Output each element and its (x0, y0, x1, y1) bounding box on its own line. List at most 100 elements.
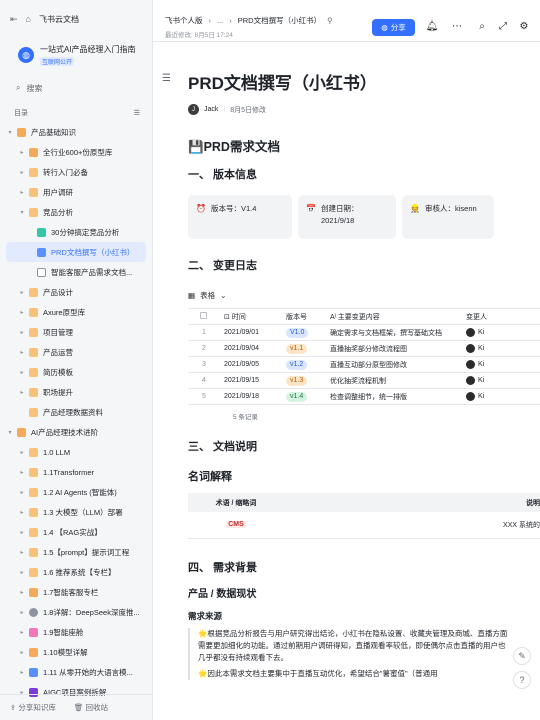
sidebar-item[interactable]: 智能客服产品需求文档... (0, 262, 152, 282)
chevron-down-icon[interactable]: ▾ (18, 209, 26, 216)
chevron-right-icon[interactable]: ▸ (18, 289, 26, 296)
gear-icon[interactable]: ⚙ (517, 20, 531, 34)
expand-icon[interactable]: ⤢ (496, 20, 510, 34)
chevron-right-icon[interactable]: ▸ (18, 589, 26, 596)
header-changer[interactable]: 变更人 (462, 308, 540, 325)
sidebar-item[interactable]: ▾ 产品基础知识 (0, 122, 152, 142)
version-cell[interactable]: v1.3 (282, 372, 326, 389)
chevron-right-icon[interactable]: ▸ (18, 469, 26, 476)
changer-cell[interactable]: Ki (462, 340, 540, 357)
sidebar-item[interactable]: ▸ 1.10模型详解 (0, 642, 152, 662)
sidebar-item[interactable]: 产品经理数据资料 (0, 402, 152, 422)
chevron-right-icon[interactable]: ▸ (18, 529, 26, 536)
breadcrumb-root[interactable]: 飞书个人版 (165, 15, 203, 26)
sidebar-item[interactable]: ▸ Axure原型库 (0, 302, 152, 322)
pin-icon[interactable]: ⚲ (327, 16, 333, 25)
chevron-right-icon[interactable]: ▸ (18, 309, 26, 316)
share-button[interactable]: ◍ 分享 (372, 19, 415, 36)
sidebar-item[interactable]: ▸ 转行入门必备 (0, 162, 152, 182)
changer-cell[interactable]: Ki (462, 324, 540, 341)
trash-button[interactable]: 🗑 回收站 (74, 702, 108, 713)
content-cell[interactable]: 确定需求与文档框架，撰写基础文档 (326, 324, 462, 341)
chevron-right-icon[interactable]: ▸ (18, 369, 26, 376)
chevron-right-icon[interactable]: ▸ (18, 389, 26, 396)
sidebar-item[interactable]: ▸ 产品设计 (0, 282, 152, 302)
chevron-right-icon[interactable]: ▸ (18, 349, 26, 356)
sidebar-item[interactable]: ▸ 1.6 推荐系统【专栏】 (0, 562, 152, 582)
more-icon[interactable]: ⋯ (450, 20, 464, 34)
sidebar-item[interactable]: ▸ 1.3 大模型（LLM）部署 (0, 502, 152, 522)
header-date[interactable]: ⊡ 时间 (220, 308, 282, 325)
version-cell[interactable]: v1.4 (282, 388, 326, 405)
chevron-right-icon[interactable]: ▸ (18, 489, 26, 496)
chevron-right-icon[interactable]: ▸ (18, 609, 26, 616)
breadcrumb-more[interactable]: ... (217, 16, 223, 25)
content-cell[interactable]: 直播互动部分原型图修改 (326, 356, 462, 373)
sidebar-item[interactable]: ▸ 1.2 AI Agents (智能体) (0, 482, 152, 502)
date-cell[interactable]: 2021/09/15 (220, 372, 282, 389)
sidebar-item[interactable]: ▸ 1.9智能座舱 (0, 622, 152, 642)
sidebar-item[interactable]: ▾ 竞品分析 (0, 202, 152, 222)
version-cell[interactable]: v1.2 (282, 356, 326, 373)
changer-cell[interactable]: Ki (462, 356, 540, 373)
content-cell[interactable]: 优化抽奖流程机制 (326, 372, 462, 389)
changer-cell[interactable]: Ki (462, 372, 540, 389)
chevron-right-icon[interactable]: ▸ (18, 649, 26, 656)
home-icon[interactable]: ⌂ (26, 14, 31, 24)
sidebar-item[interactable]: ▸ 1.7智能客服专栏 (0, 582, 152, 602)
table-row[interactable]: 5 2021/09/18 v1.4 检查调整细节，统一排版 Ki (188, 388, 540, 405)
date-cell[interactable]: 2021/09/18 (220, 388, 282, 405)
sidebar-item[interactable]: ▸ 项目管理 (0, 322, 152, 342)
sidebar-item[interactable]: ▸ 1.11 从零开始的大语言模... (0, 662, 152, 682)
table-row[interactable]: 1 2021/09/01 V1.0 确定需求与文档框架，撰写基础文档 Ki (188, 324, 540, 341)
search-icon[interactable]: ⌕ (475, 20, 489, 34)
table-toggle[interactable]: ▦ 表格 ⌄ (188, 290, 540, 301)
question-icon[interactable]: ? (513, 671, 531, 689)
search-box[interactable]: ⌕ 搜索 (10, 78, 142, 98)
version-cell[interactable]: V1.0 (282, 324, 326, 341)
table-row[interactable]: 4 2021/09/15 v1.3 优化抽奖流程机制 Ki (188, 372, 540, 389)
changer-cell[interactable]: Ki (462, 388, 540, 405)
share-knowledge-button[interactable]: ⇪ 分享知识库 (10, 702, 56, 713)
chevron-right-icon[interactable]: ▸ (18, 549, 26, 556)
sidebar-item[interactable]: ▾ AI产品经理技术进阶 (0, 422, 152, 442)
sidebar-item[interactable]: 30分钟搞定竞品分析 (0, 222, 152, 242)
brand-name[interactable]: 飞书云文档 (39, 14, 79, 25)
header-checkbox[interactable] (188, 308, 220, 325)
content-cell[interactable]: 检查调整细节，统一排版 (326, 388, 462, 405)
chevron-down-icon[interactable]: ▾ (6, 429, 14, 436)
avatar[interactable]: J (188, 104, 199, 115)
header-content[interactable]: Aᴵ 主要变更内容 (326, 308, 462, 325)
sidebar-item[interactable]: ▸ 1.8详解：DeepSeek深度推... (0, 602, 152, 622)
table-row[interactable]: 3 2021/09/05 v1.2 直播互动部分原型图修改 Ki (188, 356, 540, 373)
chevron-right-icon[interactable]: ▸ (18, 449, 26, 456)
toc-settings-icon[interactable]: ☰ (134, 109, 140, 117)
content-cell[interactable]: 直播抽奖部分修改流程图 (326, 340, 462, 357)
chevron-right-icon[interactable]: ▸ (18, 509, 26, 516)
author-name[interactable]: Jack (204, 106, 218, 113)
collapse-sidebar-icon[interactable]: ⇤ (10, 14, 18, 25)
chevron-right-icon[interactable]: ▸ (18, 569, 26, 576)
sidebar-item[interactable]: ▸ 1.5【prompt】提示词工程 (0, 542, 152, 562)
sidebar-item[interactable]: PRD文档撰写（小红书） (6, 242, 146, 262)
workspace-header[interactable]: ◍ 一站式AI产品经理入门指南 互联网公开 (0, 38, 152, 70)
chevron-right-icon[interactable]: ▸ (18, 149, 26, 156)
date-cell[interactable]: 2021/09/04 (220, 340, 282, 357)
chevron-down-icon[interactable]: ▾ (6, 129, 14, 136)
bell-icon[interactable]: 🔔︎ (425, 20, 439, 34)
chevron-right-icon[interactable]: ▸ (18, 189, 26, 196)
chevron-right-icon[interactable]: ▸ (18, 629, 26, 636)
date-cell[interactable]: 2021/09/05 (220, 356, 282, 373)
chevron-right-icon[interactable]: ▸ (18, 669, 26, 676)
table-row[interactable]: 2 2021/09/04 v1.1 直播抽奖部分修改流程图 Ki (188, 340, 540, 357)
date-cell[interactable]: 2021/09/01 (220, 324, 282, 341)
header-version[interactable]: 版本号 (282, 308, 326, 325)
sidebar-item[interactable]: ▸ 全行业600+份原型库 (0, 142, 152, 162)
breadcrumb-current[interactable]: PRD文档撰写（小红书） (238, 15, 321, 26)
sidebar-item[interactable]: ▸ 1.0 LLM (0, 442, 152, 462)
help-icon[interactable]: ✎ (513, 647, 531, 665)
sidebar-item[interactable]: ▸ 简历模板 (0, 362, 152, 382)
sidebar-item[interactable]: ▸ 用户调研 (0, 182, 152, 202)
sidebar-item[interactable]: ▸ 1.4 【RAG实战】 (0, 522, 152, 542)
outline-icon[interactable]: ☰ (162, 73, 171, 84)
